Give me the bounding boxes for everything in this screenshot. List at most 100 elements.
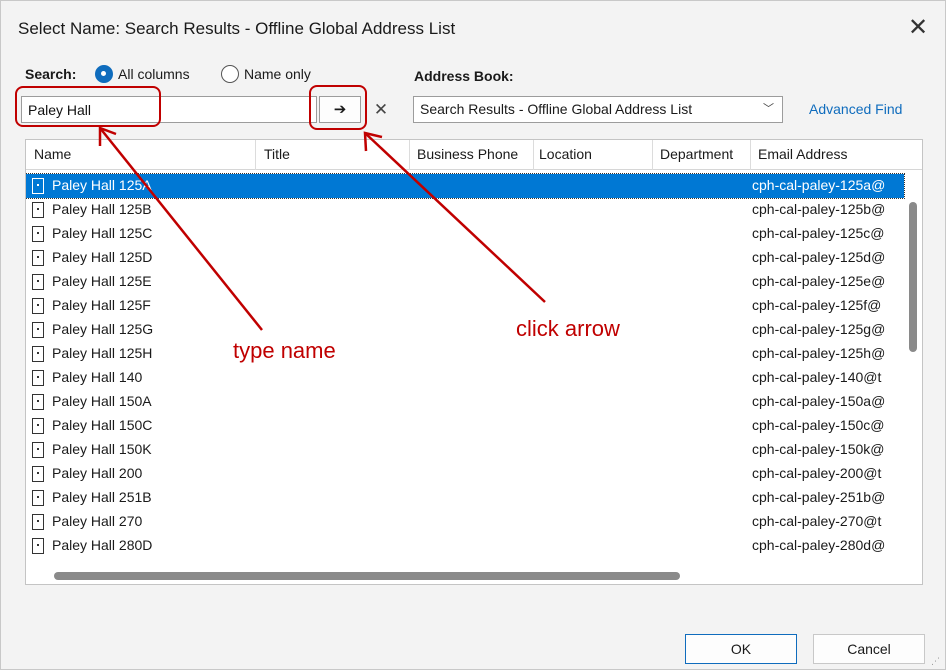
results-list[interactable]: Name Title Business Phone Location Depar… [25,139,923,585]
table-row[interactable]: Paley Hall 125G cph-cal-paley-125g@ [26,318,904,342]
table-row[interactable]: Paley Hall 125D cph-cal-paley-125d@ [26,246,904,270]
annotation-box-arrow [309,85,367,130]
clear-search-button[interactable]: ✕ [367,96,395,123]
contact-card-icon [32,202,44,218]
row-email: cph-cal-paley-125a@ [752,177,886,193]
col-divider[interactable] [255,140,256,170]
row-email: cph-cal-paley-125g@ [752,321,886,337]
contact-card-icon [32,442,44,458]
contact-card-icon [32,298,44,314]
table-row[interactable]: Paley Hall 150A cph-cal-paley-150a@ [26,390,904,414]
address-book-dropdown[interactable]: Search Results - Offline Global Address … [413,96,783,123]
close-icon: ✕ [373,100,389,119]
table-row[interactable]: Paley Hall 125A cph-cal-paley-125a@ [26,173,905,199]
col-name[interactable]: Name [34,146,71,162]
vertical-scroll-thumb[interactable] [909,202,917,352]
contact-card-icon [32,514,44,530]
radio-name-only-label: Name only [244,66,311,82]
contact-card-icon [32,490,44,506]
horizontal-scrollbar[interactable] [26,566,904,584]
col-business-phone[interactable]: Business Phone [417,146,518,162]
resize-grip-icon[interactable]: ⋰ [931,656,943,668]
row-email: cph-cal-paley-125f@ [752,297,882,313]
contact-card-icon [32,394,44,410]
col-title[interactable]: Title [264,146,290,162]
row-name: Paley Hall 125B [52,201,152,217]
col-location[interactable]: Location [539,146,592,162]
table-row[interactable]: Paley Hall 251B cph-cal-paley-251b@ [26,486,904,510]
cancel-button[interactable]: Cancel [813,634,925,664]
row-email: cph-cal-paley-150k@ [752,441,885,457]
title-bar: Select Name: Search Results - Offline Gl… [1,1,945,55]
contact-card-icon [32,274,44,290]
table-row[interactable]: Paley Hall 125F cph-cal-paley-125f@ [26,294,904,318]
col-divider[interactable] [533,140,534,170]
row-name: Paley Hall 270 [52,513,143,529]
row-email: cph-cal-paley-150a@ [752,393,886,409]
table-row[interactable]: Paley Hall 150C cph-cal-paley-150c@ [26,414,904,438]
contact-card-icon [32,250,44,266]
row-email: cph-cal-paley-125e@ [752,273,886,289]
col-divider[interactable] [750,140,751,170]
row-email: cph-cal-paley-125b@ [752,201,886,217]
radio-all-columns-label: All columns [118,66,190,82]
radio-all-columns[interactable] [95,65,113,83]
chevron-down-icon: ﹀ [763,103,774,115]
col-email-address[interactable]: Email Address [758,146,847,162]
advanced-find-link[interactable]: Advanced Find [809,101,902,117]
table-row[interactable]: Paley Hall 280D cph-cal-paley-280d@ [26,534,904,558]
table-row[interactable]: Paley Hall 270 cph-cal-paley-270@t [26,510,904,534]
vertical-scrollbar[interactable] [905,172,922,570]
row-email: cph-cal-paley-251b@ [752,489,886,505]
contact-card-icon [32,178,44,194]
table-row[interactable]: Paley Hall 200 cph-cal-paley-200@t [26,462,904,486]
close-icon[interactable]: ✕ [901,11,935,45]
row-name: Paley Hall 125A [52,177,152,193]
table-row[interactable]: Paley Hall 125H cph-cal-paley-125h@ [26,342,904,366]
ok-button[interactable]: OK [685,634,797,664]
row-name: Paley Hall 125F [52,297,151,313]
table-row[interactable]: Paley Hall 150K cph-cal-paley-150k@ [26,438,904,462]
search-label: Search: [25,66,77,82]
row-name: Paley Hall 125E [52,273,152,289]
row-name: Paley Hall 125H [52,345,153,361]
contact-card-icon [32,538,44,554]
row-email: cph-cal-paley-140@t [752,369,882,385]
row-email: cph-cal-paley-125h@ [752,345,886,361]
row-email: cph-cal-paley-200@t [752,465,882,481]
radio-name-only[interactable] [221,65,239,83]
table-row[interactable]: Paley Hall 125E cph-cal-paley-125e@ [26,270,904,294]
row-name: Paley Hall 251B [52,489,152,505]
row-email: cph-cal-paley-125d@ [752,249,886,265]
annotation-box-search [15,86,161,127]
row-name: Paley Hall 125G [52,321,154,337]
row-name: Paley Hall 125C [52,225,153,241]
row-name: Paley Hall 280D [52,537,153,553]
row-name: Paley Hall 150A [52,393,152,409]
address-book-label: Address Book: [414,68,514,84]
col-divider[interactable] [652,140,653,170]
row-email: cph-cal-paley-125c@ [752,225,885,241]
horizontal-scroll-thumb[interactable] [54,572,680,580]
annotation-type-name: type name [233,338,336,363]
address-book-selected: Search Results - Offline Global Address … [420,101,693,117]
annotation-click-arrow: click arrow [516,316,620,341]
row-name: Paley Hall 140 [52,369,143,385]
contact-card-icon [32,226,44,242]
row-email: cph-cal-paley-270@t [752,513,882,529]
table-row[interactable]: Paley Hall 140 cph-cal-paley-140@t [26,366,904,390]
table-row[interactable]: Paley Hall 125C cph-cal-paley-125c@ [26,222,904,246]
dialog-title: Select Name: Search Results - Offline Gl… [18,19,456,38]
contact-card-icon [32,322,44,338]
contact-card-icon [32,418,44,434]
row-email: cph-cal-paley-280d@ [752,537,886,553]
row-name: Paley Hall 125D [52,249,153,265]
row-name: Paley Hall 150C [52,417,153,433]
col-department[interactable]: Department [660,146,733,162]
row-name: Paley Hall 200 [52,465,143,481]
col-divider[interactable] [409,140,410,170]
table-row[interactable]: Paley Hall 125B cph-cal-paley-125b@ [26,198,904,222]
list-header: Name Title Business Phone Location Depar… [26,140,922,170]
contact-card-icon [32,370,44,386]
contact-card-icon [32,346,44,362]
